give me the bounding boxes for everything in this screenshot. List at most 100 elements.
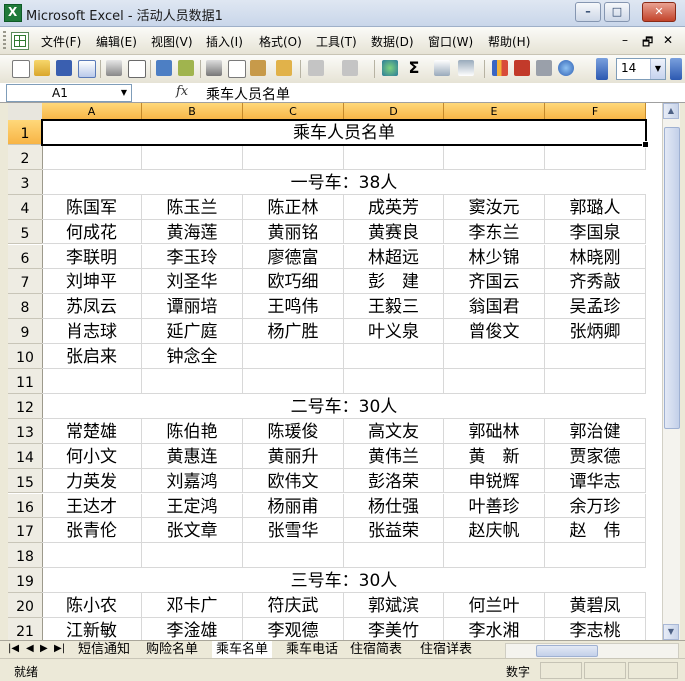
menu-help[interactable]: 帮助(H): [488, 33, 530, 50]
grid-cell[interactable]: 窦汝元: [444, 194, 545, 220]
close-button[interactable]: ✕: [642, 2, 676, 22]
grid-cell[interactable]: 陈正林: [243, 194, 344, 220]
row-header[interactable]: 11: [8, 369, 43, 394]
grid-cell[interactable]: 常楚雄: [42, 418, 142, 444]
grid-cell[interactable]: 陈国军: [42, 194, 142, 220]
grid-cell[interactable]: 张青伦: [42, 518, 142, 544]
grid-cell[interactable]: 邓卡广: [142, 593, 243, 618]
grid-cell[interactable]: 杨丽甫: [243, 493, 344, 519]
grid-cell[interactable]: [243, 543, 344, 569]
grid-cell[interactable]: 欧巧细: [243, 269, 344, 295]
doc-restore-button[interactable]: 🗗: [642, 33, 653, 54]
grid-cell[interactable]: 王鸣伟: [243, 294, 344, 320]
row-header[interactable]: 17: [8, 518, 43, 544]
grid-cell[interactable]: 王达才: [42, 493, 142, 519]
autosum-icon[interactable]: Σ: [406, 60, 422, 76]
grid-cell[interactable]: 齐国云: [444, 269, 545, 295]
grid-cell[interactable]: 彭洛荣: [344, 468, 444, 494]
grid-cell[interactable]: 王定鸿: [142, 493, 243, 519]
grid-cell[interactable]: [243, 369, 344, 394]
vertical-scroll-thumb[interactable]: [664, 127, 680, 429]
sheet-tab-insurance[interactable]: 购险名单: [142, 641, 202, 658]
formula-input[interactable]: 乘车人员名单: [206, 84, 290, 104]
grid-cell[interactable]: 谭丽培: [142, 294, 243, 320]
row-header[interactable]: 18: [8, 543, 43, 569]
grid-cell[interactable]: 欧伟文: [243, 468, 344, 494]
grid-cell[interactable]: 张益荣: [344, 518, 444, 544]
grid-cell[interactable]: 黄丽铭: [243, 219, 344, 245]
sheet-tab-lodging-brief[interactable]: 住宿简表: [346, 641, 406, 658]
save-icon[interactable]: [56, 60, 72, 76]
row-header[interactable]: 7: [8, 269, 43, 295]
maximize-button[interactable]: □: [604, 2, 630, 22]
help-icon[interactable]: [558, 60, 574, 76]
print-icon[interactable]: [106, 60, 122, 76]
paste-icon[interactable]: [250, 60, 266, 76]
horizontal-scroll-thumb[interactable]: [536, 645, 598, 657]
last-sheet-icon[interactable]: ▶|: [54, 643, 65, 654]
car-header-cell[interactable]: 一号车：38人: [42, 170, 646, 195]
row-header[interactable]: 1: [8, 120, 43, 145]
menu-format[interactable]: 格式(O): [259, 33, 302, 50]
menu-edit[interactable]: 编辑(E): [96, 33, 137, 50]
grid-cell[interactable]: 成英芳: [344, 194, 444, 220]
row-header[interactable]: 14: [8, 443, 43, 469]
grid-cell[interactable]: [142, 369, 243, 394]
copy-icon[interactable]: [228, 60, 246, 78]
spelling-icon[interactable]: [156, 60, 172, 76]
format-painter-icon[interactable]: [276, 60, 292, 76]
cut-icon[interactable]: [206, 60, 222, 76]
permission-icon[interactable]: [78, 60, 96, 78]
grid-cell[interactable]: 李国泉: [545, 219, 646, 245]
row-header[interactable]: 12: [8, 393, 43, 419]
grid-cell[interactable]: 贾家德: [545, 443, 646, 469]
row-header[interactable]: 2: [8, 144, 43, 170]
row-header[interactable]: 8: [8, 294, 43, 320]
scroll-up-icon[interactable]: ▲: [663, 103, 679, 119]
grid-cell[interactable]: 李美竹: [344, 618, 444, 640]
first-sheet-icon[interactable]: |◀: [8, 643, 19, 654]
grid-cell[interactable]: 彭 建: [344, 269, 444, 295]
hyperlink-icon[interactable]: [382, 60, 398, 76]
chart-wizard-icon[interactable]: [492, 60, 508, 76]
grid-cell[interactable]: 张启来: [42, 344, 142, 369]
grid-cell[interactable]: 李淦雄: [142, 618, 243, 640]
grid-cell[interactable]: [243, 144, 344, 170]
grid-cell[interactable]: [344, 369, 444, 394]
sheet-tab-passengers[interactable]: 乘车名单: [212, 641, 273, 659]
grid-cell[interactable]: 叶善珍: [444, 493, 545, 519]
grid-cell[interactable]: 杨仕强: [344, 493, 444, 519]
grid-cell[interactable]: [545, 144, 646, 170]
row-header[interactable]: 4: [8, 194, 43, 220]
new-icon[interactable]: [12, 60, 30, 78]
grid-cell[interactable]: [444, 344, 545, 369]
chevron-down-icon[interactable]: ▼: [650, 59, 665, 79]
grid-cell[interactable]: 林晓刚: [545, 244, 646, 270]
name-box[interactable]: A1 ▼: [6, 84, 132, 102]
vertical-scrollbar[interactable]: ▲ ▼: [662, 103, 680, 640]
grid-cell[interactable]: 肖志球: [42, 319, 142, 345]
grid-cell[interactable]: 何小文: [42, 443, 142, 469]
grid-cell[interactable]: 郭璐人: [545, 194, 646, 220]
grid-cell[interactable]: 陈瑗俊: [243, 418, 344, 444]
grid-cell[interactable]: 王毅三: [344, 294, 444, 320]
drawing-icon[interactable]: [514, 60, 530, 76]
grid-cell[interactable]: [142, 144, 243, 170]
grid-cell[interactable]: 黄伟兰: [344, 443, 444, 469]
grid-cell[interactable]: 陈伯艳: [142, 418, 243, 444]
grid-cell[interactable]: [42, 369, 142, 394]
grid-cell[interactable]: 杨广胜: [243, 319, 344, 345]
toolbar-options-icon[interactable]: [596, 58, 608, 80]
grid-cell[interactable]: 赵 伟: [545, 518, 646, 544]
research-icon[interactable]: [178, 60, 194, 76]
grid-cell[interactable]: 刘坤平: [42, 269, 142, 295]
next-sheet-icon[interactable]: ▶: [40, 643, 48, 654]
insert-function-icon[interactable]: fx: [176, 84, 188, 99]
grid-cell[interactable]: [545, 344, 646, 369]
grid-cell[interactable]: 钟念全: [142, 344, 243, 369]
sort-ascending-icon[interactable]: [434, 60, 450, 76]
grid-cell[interactable]: [444, 369, 545, 394]
select-all-corner[interactable]: [8, 103, 43, 121]
grid-cell[interactable]: 齐秀敲: [545, 269, 646, 295]
grid-cell[interactable]: 何兰叶: [444, 593, 545, 618]
